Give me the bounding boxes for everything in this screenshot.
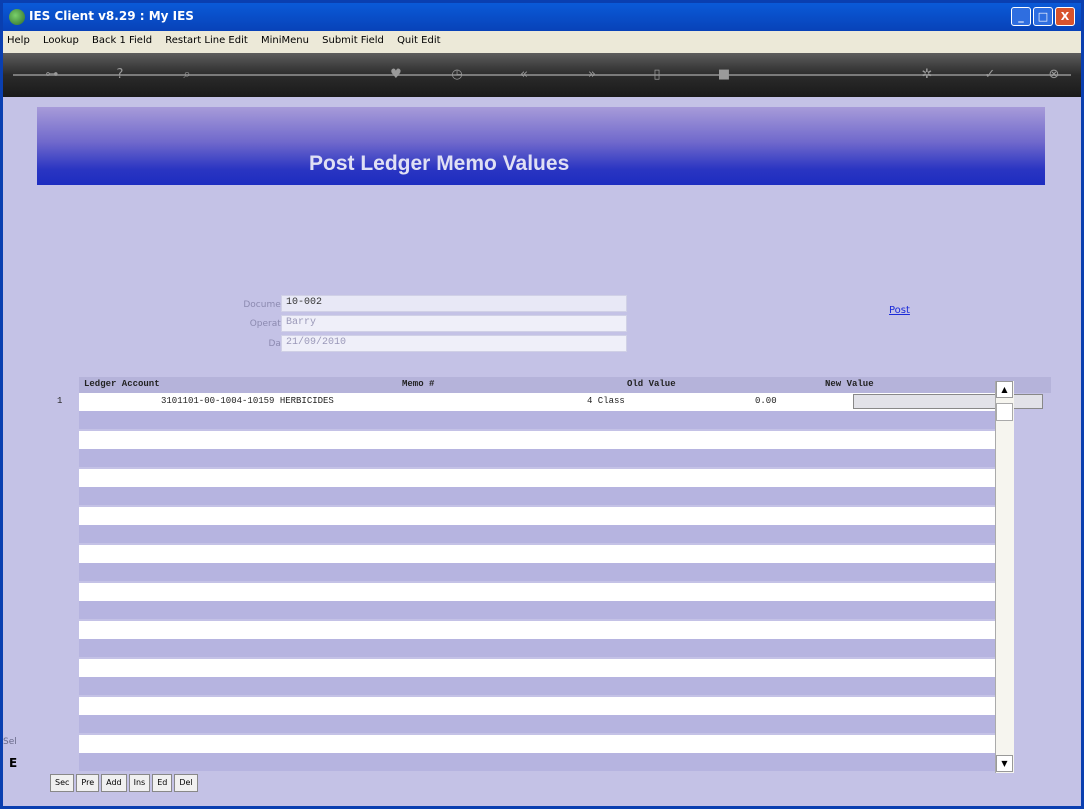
document-field[interactable]: 10-002 [281, 295, 627, 312]
window-title: IES Client v8.29 : My IES [29, 9, 194, 23]
col-new-value: New Value [825, 379, 874, 389]
gear-icon[interactable]: ✲ [918, 66, 936, 84]
vertical-scrollbar[interactable]: ▲ ▼ [995, 381, 1014, 773]
table-row[interactable] [79, 411, 1009, 429]
sec-button[interactable]: Sec [50, 774, 75, 792]
table-row[interactable] [79, 487, 1009, 505]
title-bar: IES Client v8.29 : My IES _ □ X [3, 3, 1081, 31]
col-old-value: Old Value [627, 379, 676, 389]
table-row[interactable] [79, 677, 1009, 695]
table-row[interactable] [79, 735, 1009, 753]
close-icon[interactable]: ⊗ [1045, 66, 1063, 84]
table-row[interactable] [79, 507, 1009, 525]
menu-restart-line-edit[interactable]: Restart Line Edit [161, 31, 254, 46]
table-row[interactable] [79, 563, 1009, 581]
table-row[interactable] [79, 621, 1009, 639]
maximize-button[interactable]: □ [1033, 7, 1053, 26]
ok-icon[interactable]: ✓ [981, 66, 999, 84]
client-area: Post Ledger Memo Values Document 10-002 … [3, 97, 1081, 806]
pre-button[interactable]: Pre [76, 774, 100, 792]
toolbar: ⊶ ? ⌕ ♥ ◷ « » ▯ ■ ✲ ✓ ⊗ [3, 53, 1081, 97]
clock-icon[interactable]: ◷ [448, 66, 466, 84]
next-icon[interactable]: » [583, 66, 601, 84]
table-row[interactable] [79, 469, 1009, 487]
menu-bar: Help Lookup Back 1 Field Restart Line Ed… [3, 31, 1081, 53]
scroll-down-icon[interactable]: ▼ [996, 755, 1013, 772]
add-button[interactable]: Add [101, 774, 127, 792]
menu-submit-field[interactable]: Submit Field [318, 31, 390, 46]
memo-cell: 4 Class [587, 396, 625, 406]
app-window: IES Client v8.29 : My IES _ □ X Help Loo… [0, 0, 1084, 809]
memo-grid: Ledger Account Memo # Old Value New Valu… [47, 377, 1051, 773]
table-row[interactable] [79, 697, 1009, 715]
grid-header: Ledger Account Memo # Old Value New Valu… [79, 377, 1051, 393]
help-icon[interactable]: ? [111, 66, 129, 84]
menu-minimenu[interactable]: MiniMenu [257, 31, 315, 46]
del-button[interactable]: Del [174, 774, 198, 792]
page-title: Post Ledger Memo Values [309, 152, 570, 175]
toolbar-track [13, 74, 1071, 76]
key-icon[interactable]: ⊶ [43, 66, 61, 84]
table-row[interactable] [79, 715, 1009, 733]
table-row[interactable] [79, 753, 1009, 771]
scroll-thumb[interactable] [996, 403, 1013, 421]
col-ledger-account: Ledger Account [84, 379, 160, 389]
menu-quit-edit[interactable]: Quit Edit [393, 31, 446, 46]
side-hint-icon: E [9, 756, 18, 770]
operator-label: Operator [249, 319, 290, 329]
menu-help[interactable]: Help [3, 31, 36, 46]
date-field[interactable]: 21/09/2010 [281, 335, 627, 352]
row-number: 1 [57, 396, 63, 406]
document-label: Document [243, 300, 290, 310]
table-row[interactable] [79, 639, 1009, 657]
stop-icon[interactable]: ■ [715, 66, 733, 84]
page-banner: Post Ledger Memo Values [37, 107, 1045, 185]
table-row[interactable] [79, 525, 1009, 543]
table-row[interactable] [79, 583, 1009, 601]
close-button[interactable]: X [1055, 7, 1075, 26]
menu-back-1-field[interactable]: Back 1 Field [88, 31, 158, 46]
post-link[interactable]: Post [889, 305, 910, 316]
grid-button-strip: Sec Pre Add Ins Ed Del [50, 770, 200, 792]
search-icon[interactable]: ⌕ [178, 66, 196, 84]
prev-icon[interactable]: « [515, 66, 533, 84]
table-row[interactable] [79, 659, 1009, 677]
new-value-input[interactable] [853, 394, 1043, 409]
date-label: Date [268, 339, 290, 349]
ledger-cell: 3101101-00-1004-10159 HERBICIDES [161, 396, 334, 406]
row-number-gutter [47, 377, 79, 773]
ed-button[interactable]: Ed [152, 774, 173, 792]
document-icon[interactable]: ▯ [648, 66, 666, 84]
old-value-cell: 0.00 [755, 396, 777, 406]
heart-icon[interactable]: ♥ [387, 66, 405, 84]
app-icon [9, 9, 25, 25]
table-row[interactable] [79, 449, 1009, 467]
operator-field[interactable]: Barry [281, 315, 627, 332]
minimize-button[interactable]: _ [1011, 7, 1031, 26]
side-hint: Sel [3, 737, 17, 747]
scroll-up-icon[interactable]: ▲ [996, 381, 1013, 398]
table-row[interactable] [79, 431, 1009, 449]
table-row[interactable] [79, 545, 1009, 563]
table-row[interactable] [79, 601, 1009, 619]
menu-lookup[interactable]: Lookup [39, 31, 85, 46]
col-memo: Memo # [402, 379, 435, 389]
table-row[interactable]: 1 3101101-00-1004-10159 HERBICIDES 4 Cla… [57, 393, 1043, 411]
ins-button[interactable]: Ins [128, 774, 151, 792]
